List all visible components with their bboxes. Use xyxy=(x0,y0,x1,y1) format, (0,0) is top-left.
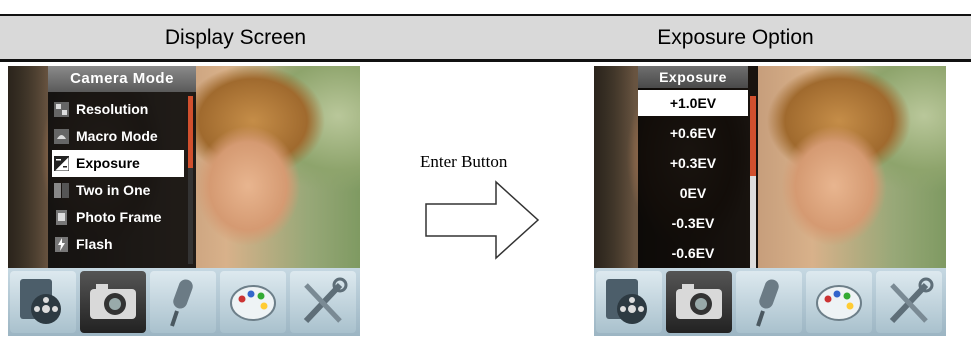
microphone-icon xyxy=(756,279,779,327)
ev-option[interactable]: 0EV xyxy=(638,180,748,206)
camera-mode-title: Camera Mode xyxy=(48,66,196,92)
menu-item-label: Resolution xyxy=(76,101,149,117)
palette-icon xyxy=(816,285,862,321)
palette-icon xyxy=(230,285,276,321)
camera-icon xyxy=(90,284,136,319)
two-in-one-icon xyxy=(54,183,69,198)
mode-button-video[interactable] xyxy=(596,271,662,333)
mode-icon-bar xyxy=(8,268,360,336)
ev-option[interactable]: +0.3EV xyxy=(638,150,748,176)
enter-button-label: Enter Button xyxy=(420,152,508,171)
menu-item-label: Macro Mode xyxy=(76,128,158,144)
mode-button-audio[interactable] xyxy=(150,271,216,333)
exposure-scroll-thumb[interactable] xyxy=(750,96,756,176)
menu-item-photo-frame[interactable]: Photo Frame xyxy=(52,204,184,231)
mode-button-video[interactable] xyxy=(10,271,76,333)
mode-button-effect[interactable] xyxy=(220,271,286,333)
exposure-icon xyxy=(54,156,69,171)
exposure-option-title: Exposure Option xyxy=(657,26,814,49)
menu-item-flash[interactable]: Flash xyxy=(52,231,184,258)
menu-item-exposure[interactable]: Exposure xyxy=(52,150,184,177)
mode-button-camera[interactable] xyxy=(666,271,732,333)
mode-icon-bar xyxy=(594,268,946,336)
menu-item-macro-mode[interactable]: Macro Mode xyxy=(52,123,184,150)
exposure-title: Exposure xyxy=(638,66,748,88)
right-arrow-icon xyxy=(425,180,540,260)
tools-icon xyxy=(303,277,348,324)
tools-icon xyxy=(889,277,934,324)
menu-item-resolution[interactable]: Resolution xyxy=(52,96,184,123)
ev-option[interactable]: +0.6EV xyxy=(638,120,748,146)
camera-mode-screen: Camera Mode Resolution Macro Mode Exposu… xyxy=(8,66,360,336)
resolution-icon xyxy=(54,102,69,117)
menu-item-label: Flash xyxy=(76,236,113,252)
mode-button-setup[interactable] xyxy=(290,271,356,333)
menu-item-label: Two in One xyxy=(76,182,151,198)
exposure-screen: Exposure +1.0EV +0.6EV +0.3EV 0EV -0.3EV… xyxy=(594,66,946,336)
mode-button-effect[interactable] xyxy=(806,271,872,333)
mode-button-audio[interactable] xyxy=(736,271,802,333)
film-reel-icon xyxy=(20,279,61,324)
menu-item-label: Exposure xyxy=(76,155,140,171)
camera-icon xyxy=(676,284,722,319)
header-bar: Display Screen Exposure Option xyxy=(0,14,971,62)
mode-button-setup[interactable] xyxy=(876,271,942,333)
menu-scroll-thumb[interactable] xyxy=(188,96,193,168)
ev-option[interactable]: -0.3EV xyxy=(638,210,748,236)
mode-button-camera[interactable] xyxy=(80,271,146,333)
ev-option[interactable]: -0.6EV xyxy=(638,240,748,266)
menu-item-two-in-one[interactable]: Two in One xyxy=(52,177,184,204)
menu-item-label: Photo Frame xyxy=(76,209,162,225)
display-screen-title: Display Screen xyxy=(164,26,307,49)
macro-icon xyxy=(54,129,69,144)
flash-icon xyxy=(55,237,68,252)
photo-frame-icon xyxy=(56,210,67,225)
ev-option[interactable]: +1.0EV xyxy=(638,90,748,116)
film-reel-icon xyxy=(606,279,647,324)
microphone-icon xyxy=(170,279,193,327)
